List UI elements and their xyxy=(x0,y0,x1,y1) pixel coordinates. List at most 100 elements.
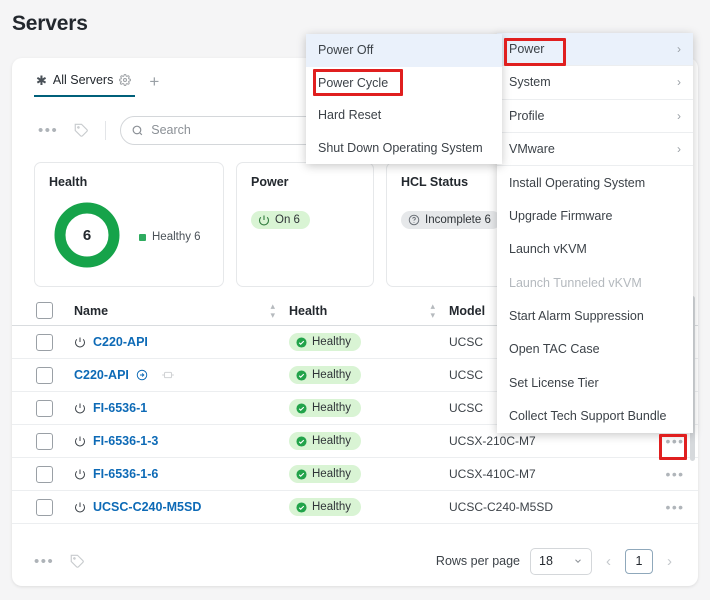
rows-per-page-select[interactable]: 18 xyxy=(530,547,592,575)
tab-all-servers[interactable]: ✱ All Servers xyxy=(34,69,136,97)
column-label: Model xyxy=(449,303,486,318)
next-page-button[interactable]: › xyxy=(663,553,676,570)
arrow-right-circle-icon[interactable] xyxy=(136,369,148,381)
menu-item-label: Launch Tunneled vKVM xyxy=(509,275,642,290)
menu-item-label: Hard Reset xyxy=(318,108,382,123)
page-title: Servers xyxy=(12,12,88,35)
power-icon xyxy=(258,215,270,226)
server-name-link[interactable]: UCSC-C240-M5SD xyxy=(93,500,201,514)
menu-item-open-tac-case[interactable]: Open TAC Case xyxy=(497,333,693,366)
submenu-item-power-off[interactable]: Power Off xyxy=(306,34,502,67)
hcl-incomplete-badge[interactable]: Incomplete 6 xyxy=(401,211,501,229)
select-all-checkbox[interactable] xyxy=(36,302,53,319)
menu-item-label: Open TAC Case xyxy=(509,342,600,357)
page-number-button[interactable]: 1 xyxy=(625,548,653,574)
card-title: HCL Status xyxy=(401,175,469,189)
pagination: Rows per page 18 ‹ 1 › xyxy=(436,547,676,575)
menu-item-label: Launch vKVM xyxy=(509,242,587,257)
search-placeholder: Search xyxy=(151,123,191,137)
status-badge: Healthy xyxy=(289,498,361,516)
column-header-health[interactable]: Health ▴ ▾ xyxy=(289,302,449,319)
power-on-badge[interactable]: On 6 xyxy=(251,211,310,229)
menu-item-power[interactable]: Power › xyxy=(497,33,693,67)
row-checkbox[interactable] xyxy=(36,333,53,351)
card-health: Health 6 Healthy 6 xyxy=(34,162,224,287)
menu-item-upgrade-firmware[interactable]: Upgrade Firmware xyxy=(497,199,693,232)
menu-item-set-license-tier[interactable]: Set License Tier xyxy=(497,366,693,399)
tag-icon[interactable] xyxy=(74,123,89,138)
chevron-right-icon: › xyxy=(677,142,681,157)
row-model-cell: UCSX-210C-M7 xyxy=(449,434,536,448)
row-model-cell: UCSX-410C-M7 xyxy=(449,467,536,481)
menu-item-collect-tech-support-bundle[interactable]: Collect Tech Support Bundle xyxy=(497,399,693,432)
chevron-right-icon: › xyxy=(677,75,681,90)
context-menu-actions[interactable]: Power › System › Profile › VMware › Install … xyxy=(497,33,693,433)
sort-icon-name[interactable]: ▴ ▾ xyxy=(270,302,275,319)
row-name-cell: FI-6536-1-6 xyxy=(53,467,289,481)
chevron-right-icon: › xyxy=(677,108,681,123)
menu-item-profile[interactable]: Profile › xyxy=(497,100,693,133)
check-circle-icon xyxy=(296,402,307,414)
table-row[interactable]: FI-6536-1-6 Healthy UCSX-410C-M7 ••• xyxy=(12,458,698,491)
check-circle-icon xyxy=(296,468,307,480)
row-health-cell: Healthy xyxy=(289,465,449,483)
menu-item-system[interactable]: System › xyxy=(497,66,693,100)
row-checkbox[interactable] xyxy=(36,399,53,417)
row-actions-dots[interactable]: ••• xyxy=(666,466,685,482)
row-actions-dots[interactable]: ••• xyxy=(666,433,685,449)
table-row[interactable]: UCSC-C240-M5SD Healthy UCSC-C240-M5SD ••… xyxy=(12,491,698,524)
badge-label: Incomplete 6 xyxy=(425,214,491,226)
menu-item-label: Upgrade Firmware xyxy=(509,209,613,224)
row-checkbox[interactable] xyxy=(36,465,53,483)
server-name-link[interactable]: C220-API xyxy=(93,335,148,349)
tab-label: All Servers xyxy=(52,73,114,87)
row-health-cell: Healthy xyxy=(289,366,449,384)
status-label: Healthy xyxy=(312,369,351,381)
server-name-link[interactable]: C220-API xyxy=(74,368,129,382)
row-checkbox[interactable] xyxy=(36,432,53,450)
status-badge: Healthy xyxy=(289,333,361,351)
submenu-item-shut-down-operating-system[interactable]: Shut Down Operating System xyxy=(306,132,502,165)
toolbar-more-icon[interactable]: ••• xyxy=(38,122,58,139)
menu-item-label: Start Alarm Suppression xyxy=(509,309,644,324)
server-name-link[interactable]: FI-6536-1-6 xyxy=(93,467,158,481)
menu-item-label: Power Cycle xyxy=(318,75,389,90)
column-header-name[interactable]: Name ▴ ▾ xyxy=(53,302,289,319)
status-label: Healthy xyxy=(312,435,351,447)
menu-item-install-operating-system[interactable]: Install Operating System xyxy=(497,166,693,199)
menu-item-vmware[interactable]: VMware › xyxy=(497,133,693,167)
menu-item-label: Collect Tech Support Bundle xyxy=(509,408,667,423)
row-checkbox[interactable] xyxy=(36,498,53,516)
tag-icon[interactable] xyxy=(70,554,85,569)
row-actions-cell[interactable]: ••• xyxy=(652,499,698,515)
screen-root: Servers ✱ All Servers + ••• Search Healt… xyxy=(0,0,710,600)
check-circle-icon xyxy=(296,336,307,348)
row-actions-dots[interactable]: ••• xyxy=(666,499,685,515)
row-name-cell: FI-6536-1-3 xyxy=(53,434,289,448)
footer-more-icon[interactable]: ••• xyxy=(34,553,54,570)
submenu-item-power-cycle[interactable]: Power Cycle xyxy=(306,67,502,100)
health-legend: Healthy 6 xyxy=(139,231,201,243)
status-label: Healthy xyxy=(312,501,351,513)
prev-page-button[interactable]: ‹ xyxy=(602,553,615,570)
menu-item-label: Profile xyxy=(509,108,545,123)
question-icon xyxy=(408,214,420,226)
gear-icon[interactable] xyxy=(119,74,132,86)
server-name-link[interactable]: FI-6536-1 xyxy=(93,401,147,415)
server-name-link[interactable]: FI-6536-1-3 xyxy=(93,434,158,448)
status-badge: Healthy xyxy=(289,432,361,450)
submenu-item-hard-reset[interactable]: Hard Reset xyxy=(306,99,502,132)
row-name-cell: C220-API xyxy=(53,368,289,382)
check-circle-icon xyxy=(296,435,307,447)
menu-item-launch-tunneled-vkvm: Launch Tunneled vKVM xyxy=(497,266,693,299)
add-tab-button[interactable]: + xyxy=(149,73,159,94)
row-actions-cell[interactable]: ••• xyxy=(652,466,698,482)
context-submenu-power[interactable]: Power Off Power Cycle Hard Reset Shut Do… xyxy=(306,34,502,164)
card-title: Health xyxy=(49,175,88,189)
row-health-cell: Healthy xyxy=(289,333,449,351)
row-checkbox[interactable] xyxy=(36,366,53,384)
menu-item-launch-vkvm[interactable]: Launch vKVM xyxy=(497,233,693,266)
sort-icon-health[interactable]: ▴ ▾ xyxy=(430,302,435,319)
health-donut: 6 xyxy=(51,199,123,276)
menu-item-start-alarm-suppression[interactable]: Start Alarm Suppression xyxy=(497,299,693,332)
